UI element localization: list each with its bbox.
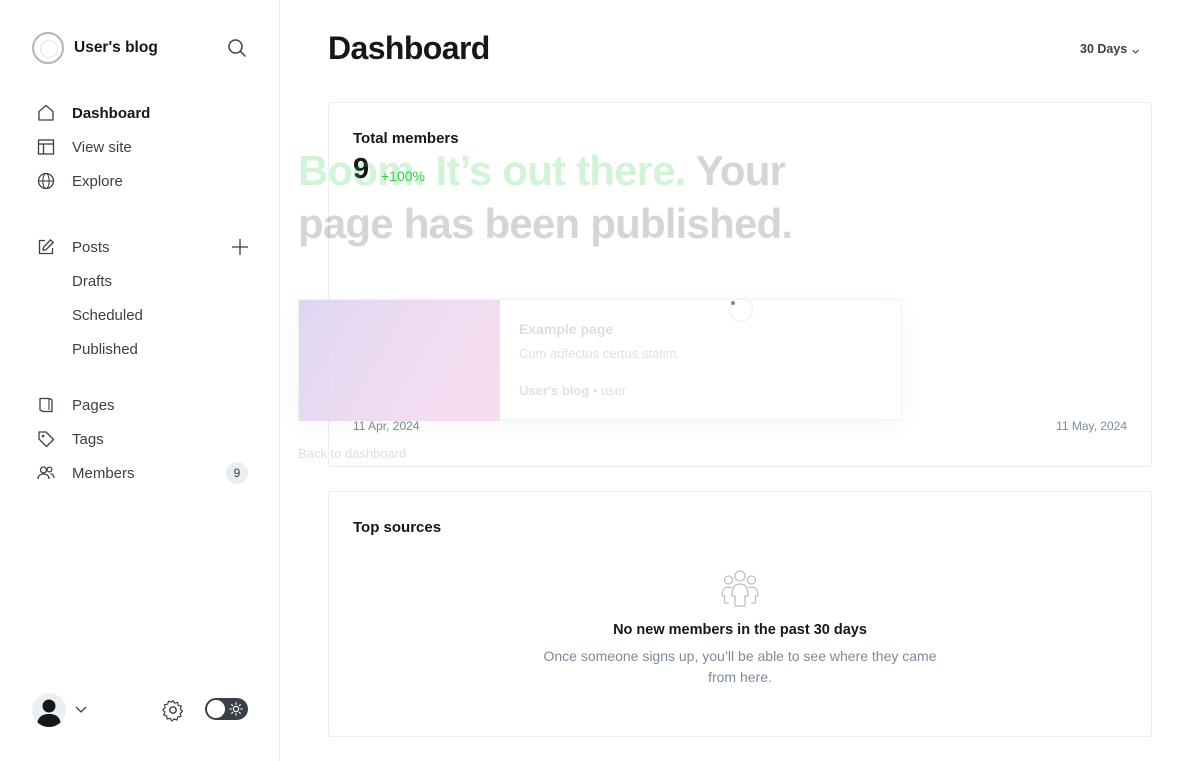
gear-icon[interactable] xyxy=(161,698,185,722)
bookmark-thumbnail xyxy=(299,300,500,421)
back-to-dashboard-link[interactable]: Back to dashboard xyxy=(298,446,406,461)
published-page-bookmark[interactable]: Example page Cum adfectus certus statim.… xyxy=(298,299,902,421)
chevron-down-icon[interactable] xyxy=(74,702,88,716)
sun-icon xyxy=(229,702,243,716)
primary-nav: Dashboard View site Explore xyxy=(36,96,252,198)
sidebar-item-label: Tags xyxy=(72,430,104,448)
sidebar-item-members[interactable]: Members 9 xyxy=(36,456,252,490)
members-icon xyxy=(36,463,56,483)
bookmark-author: user xyxy=(601,383,627,398)
toggle-knob xyxy=(207,700,225,718)
sidebar-item-view-site[interactable]: View site xyxy=(36,130,252,164)
bookmark-description: Cum adfectus certus statim. xyxy=(519,346,681,361)
empty-state: No new members in the past 30 days Once … xyxy=(329,566,1151,688)
sidebar-item-label: Drafts xyxy=(72,272,113,290)
tag-icon xyxy=(36,429,56,449)
sidebar-item-drafts[interactable]: Drafts xyxy=(36,264,252,298)
posts-nav: Posts Drafts Scheduled Published xyxy=(36,230,252,366)
members-group-icon xyxy=(718,566,762,610)
user-avatar-icon[interactable] xyxy=(32,693,66,727)
site-name: User's blog xyxy=(74,39,158,56)
sidebar-item-label: Dashboard xyxy=(72,104,151,122)
card-title: Top sources xyxy=(353,519,442,536)
page-icon xyxy=(36,395,56,415)
sidebar-item-explore[interactable]: Explore xyxy=(36,164,252,198)
loading-spinner xyxy=(729,298,753,322)
sidebar-item-label: Published xyxy=(72,340,138,358)
sidebar-item-label: Members xyxy=(72,464,135,482)
search-icon[interactable] xyxy=(226,37,248,59)
empty-state-title: No new members in the past 30 days xyxy=(613,622,867,638)
members-count-badge: 9 xyxy=(226,462,248,484)
sidebar-item-posts[interactable]: Posts xyxy=(36,230,252,264)
sidebar-item-dashboard[interactable]: Dashboard xyxy=(36,96,252,130)
layout-icon xyxy=(36,137,56,157)
sidebar-footer xyxy=(32,692,248,727)
sidebar-item-label: Scheduled xyxy=(72,306,143,324)
sidebar-item-scheduled[interactable]: Scheduled xyxy=(36,298,252,332)
site-brand[interactable]: User's blog xyxy=(32,32,158,64)
sidebar-item-published[interactable]: Published xyxy=(36,332,252,366)
top-sources-card: Top sources No new members in the past 3… xyxy=(328,491,1152,737)
bullet-separator: • xyxy=(592,383,602,398)
sidebar: User's blog Dashboard View site Explore xyxy=(0,0,280,761)
publish-headline-accent: Boom. It’s out there. xyxy=(298,147,686,194)
page-title: Dashboard xyxy=(328,30,490,66)
date-range-select[interactable]: 30 Days xyxy=(1080,42,1140,56)
theme-toggle[interactable] xyxy=(205,698,248,720)
date-range-value: 30 Days xyxy=(1080,42,1128,56)
publish-confirmation-overlay: Boom. It’s out there. Your page has been… xyxy=(298,140,918,470)
sidebar-item-label: Explore xyxy=(72,172,123,190)
secondary-nav: Pages Tags Members 9 xyxy=(36,388,252,490)
bookmark-title: Example page xyxy=(519,321,614,337)
sidebar-item-label: View site xyxy=(72,138,132,156)
site-logo xyxy=(32,32,64,64)
chevron-down-icon xyxy=(1131,45,1140,54)
home-icon xyxy=(36,103,56,123)
empty-state-description: Once someone signs up, you’ll be able to… xyxy=(543,648,937,685)
edit-icon xyxy=(36,237,56,257)
sidebar-item-pages[interactable]: Pages xyxy=(36,388,252,422)
sidebar-item-tags[interactable]: Tags xyxy=(36,422,252,456)
sidebar-item-label: Pages xyxy=(72,396,115,414)
bookmark-meta: User's blog • user xyxy=(519,383,626,398)
range-end-date: 11 May, 2024 xyxy=(1056,419,1127,433)
new-post-plus-icon[interactable] xyxy=(230,237,250,257)
publish-headline: Boom. It’s out there. Your page has been… xyxy=(298,144,858,250)
sidebar-item-label: Posts xyxy=(72,238,110,256)
bookmark-site: User's blog xyxy=(519,383,590,398)
globe-icon xyxy=(36,171,56,191)
